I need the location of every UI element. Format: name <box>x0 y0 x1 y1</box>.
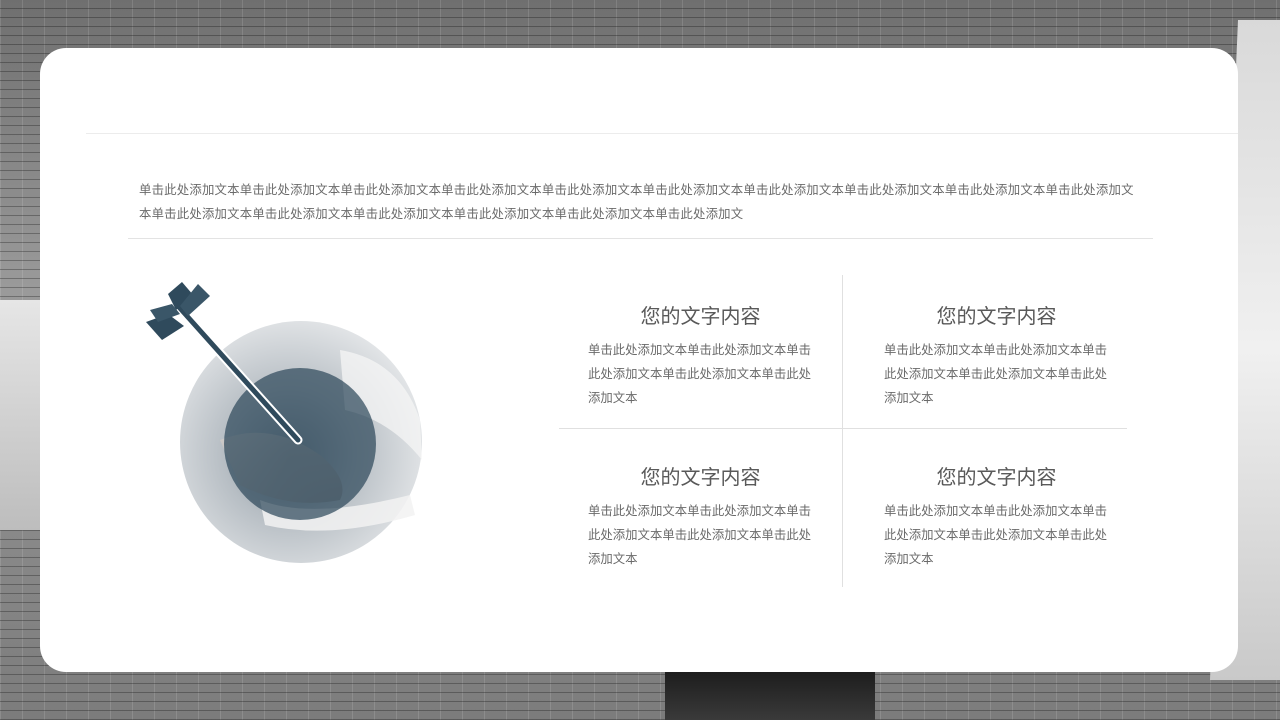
feature-block: 您的文字内容 单击此处添加文本单击此处添加文本单击此处添加文本单击此处添加文本单… <box>884 463 1144 571</box>
target-arrow-icon <box>146 282 422 563</box>
background-window <box>665 672 875 720</box>
feature-title[interactable]: 您的文字内容 <box>884 302 1109 330</box>
feature-body[interactable]: 单击此处添加文本单击此处添加文本单击此处添加文本单击此处添加文本单击此处添加文本 <box>588 338 813 410</box>
intro-text[interactable]: 单击此处添加文本单击此处添加文本单击此处添加文本单击此处添加文本单击此处添加文本… <box>139 178 1144 226</box>
slide: 单击此处添加文本单击此处添加文本单击此处添加文本单击此处添加文本单击此处添加文本… <box>0 0 1280 720</box>
background-sky-left <box>0 300 45 530</box>
feature-title[interactable]: 您的文字内容 <box>588 302 813 330</box>
feature-body[interactable]: 单击此处添加文本单击此处添加文本单击此处添加文本单击此处添加文本单击此处添加文本 <box>884 499 1109 571</box>
feature-block: 您的文字内容 单击此处添加文本单击此处添加文本单击此处添加文本单击此处添加文本单… <box>588 463 848 571</box>
feature-body[interactable]: 单击此处添加文本单击此处添加文本单击此处添加文本单击此处添加文本单击此处添加文本 <box>884 338 1109 410</box>
feature-block: 您的文字内容 单击此处添加文本单击此处添加文本单击此处添加文本单击此处添加文本单… <box>884 302 1144 410</box>
feature-title[interactable]: 您的文字内容 <box>588 463 813 491</box>
grid-horizontal-divider <box>559 428 1127 429</box>
top-divider <box>86 133 1238 134</box>
feature-body[interactable]: 单击此处添加文本单击此处添加文本单击此处添加文本单击此处添加文本单击此处添加文本 <box>588 499 813 571</box>
feature-block: 您的文字内容 单击此处添加文本单击此处添加文本单击此处添加文本单击此处添加文本单… <box>588 302 848 410</box>
feature-title[interactable]: 您的文字内容 <box>884 463 1109 491</box>
intro-divider <box>128 238 1153 239</box>
